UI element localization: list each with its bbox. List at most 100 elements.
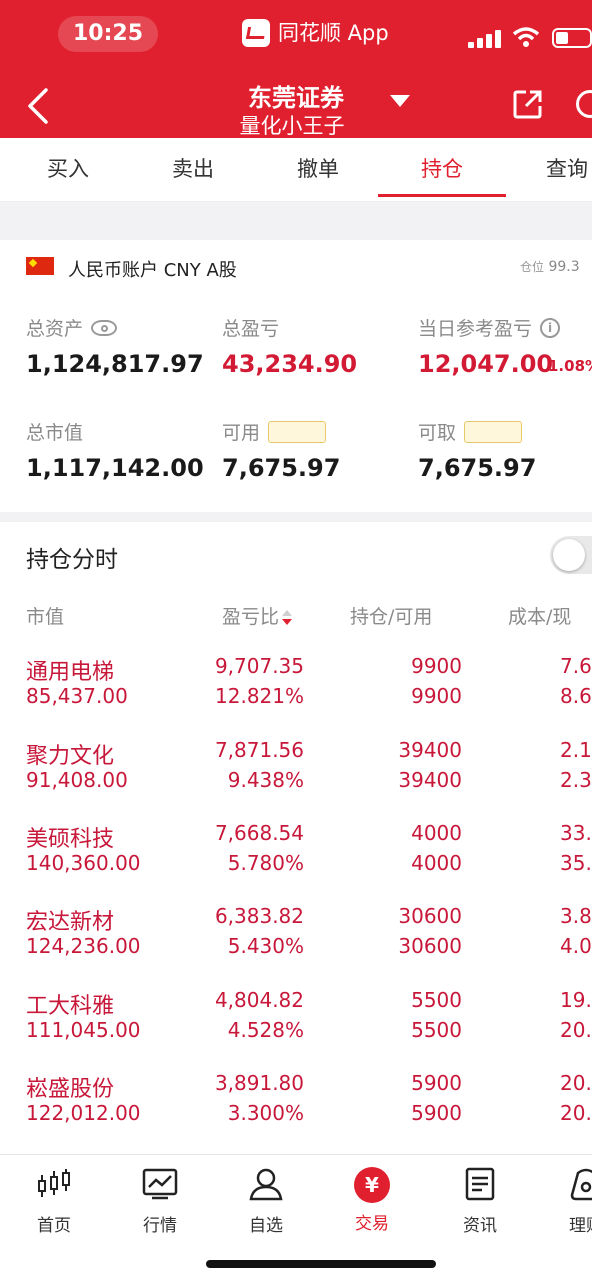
col-header-cost[interactable]: 成本/现 [508, 602, 571, 629]
holding-cost: 2.1 [560, 738, 592, 762]
home-indicator[interactable] [206, 1260, 436, 1268]
holding-current-price: 2.3 [560, 768, 592, 792]
market-value-label: 总市值 [26, 422, 84, 444]
active-tab-indicator [378, 194, 506, 197]
status-time: 10:25 [58, 16, 158, 52]
holding-pl: 7,668.54 [214, 821, 304, 845]
holding-name: 美硕科技 [26, 827, 115, 852]
nav-label: 理财 [569, 1216, 592, 1236]
nav-news[interactable]: 资讯 [440, 1167, 520, 1237]
holding-pl: 3,891.80 [214, 1071, 304, 1095]
tab-buy[interactable]: 买入 [18, 138, 118, 202]
total-pl-label: 总盈亏 [222, 318, 280, 340]
holding-cost: 33.1 [560, 821, 592, 845]
holding-available: 9900 [411, 684, 462, 708]
account-name[interactable]: 量化小王子 [0, 110, 592, 140]
nav-label: 资讯 [463, 1216, 497, 1236]
holding-pl-percent: 12.821% [215, 684, 304, 708]
holding-available: 4000 [411, 851, 462, 875]
status-bar: 10:25 同花顺 App [0, 0, 592, 70]
tab-sell[interactable]: 卖出 [143, 138, 243, 202]
holding-row[interactable]: 崧盛股份122,012.00 3,891.80 3.300% 5900 5900 20.0… [0, 1071, 592, 1151]
holding-quantity: 30600 [398, 904, 462, 928]
tab-cancel[interactable]: 撤单 [268, 138, 368, 202]
available-badge[interactable] [268, 420, 327, 443]
withdrawable-badge[interactable] [464, 420, 523, 443]
col-header-pl-ratio-text: 盈亏比 [222, 606, 280, 628]
available-value: 7,675.97 [222, 454, 341, 482]
holding-row[interactable]: 工大科雅111,045.00 4,804.82 4.528% 5500 5500 19.3… [0, 988, 592, 1068]
holding-cost: 20.0 [560, 1071, 592, 1095]
withdrawable-label-text: 可取 [418, 422, 457, 444]
holding-current-price: 4.0 [560, 934, 592, 958]
battery-icon [552, 28, 592, 48]
divider [0, 202, 592, 240]
col-header-pl-ratio[interactable]: 盈亏比 [222, 602, 293, 629]
info-icon[interactable]: i [540, 317, 561, 338]
nav-label: 行情 [143, 1216, 177, 1236]
holding-pl-percent: 4.528% [227, 1018, 304, 1042]
chart-icon [142, 1168, 178, 1200]
china-flag-icon [26, 257, 54, 275]
total-assets-label-text: 总资产 [26, 318, 84, 340]
nav-label: 首页 [37, 1216, 71, 1236]
holding-row[interactable]: 通用电梯 85,437.00 9,707.35 12.821% 9900 9900 7.6 8… [0, 654, 592, 734]
yuan-icon: ¥ [354, 1167, 390, 1203]
holding-available: 39400 [398, 768, 462, 792]
holding-current-price: 20.6 [560, 1101, 592, 1125]
account-row[interactable]: 人民币账户 CNY A股 仓位 99.3 [0, 246, 592, 290]
holding-pl: 4,804.82 [214, 988, 304, 1012]
nav-trade[interactable]: ¥ 交易 [332, 1167, 412, 1237]
withdrawable-value: 7,675.97 [418, 454, 537, 482]
share-icon[interactable] [512, 88, 544, 120]
nav-market[interactable]: 行情 [120, 1167, 200, 1237]
holding-quantity: 9900 [411, 654, 462, 678]
total-assets-label: 总资产 [26, 314, 118, 341]
col-header-holding[interactable]: 持仓/可用 [350, 602, 432, 629]
holding-current-price: 20.1 [560, 1018, 592, 1042]
total-assets-value: 1,124,817.97 [26, 350, 204, 378]
wifi-icon [512, 27, 540, 47]
tab-query[interactable]: 查询 [517, 138, 592, 202]
holding-row[interactable]: 美硕科技140,360.00 7,668.54 5.780% 4000 4000 33.1… [0, 821, 592, 901]
col-header-market-value[interactable]: 市值 [26, 602, 64, 629]
app-logo-icon [242, 19, 270, 47]
holding-pl-percent: 3.300% [227, 1101, 304, 1125]
holding-row[interactable]: 宏达新材 124,236.00 6,383.82 5.430% 30600 30600 3.… [0, 904, 592, 984]
daily-pl-percent: 1.08% [548, 357, 592, 375]
nav-label: 交易 [355, 1214, 389, 1234]
daily-pl-label-text: 当日参考盈亏 [418, 318, 533, 340]
holding-quantity: 4000 [411, 821, 462, 845]
position-ratio: 仓位 99.3 [520, 258, 580, 275]
holding-name: 工大科雅 [26, 994, 115, 1019]
holding-pl: 9,707.35 [214, 654, 304, 678]
dropdown-triangle-icon[interactable] [390, 95, 410, 107]
holding-current-price: 8.6 [560, 684, 592, 708]
position-tag: 仓位 [520, 260, 545, 274]
document-icon [465, 1167, 495, 1201]
holding-cost: 3.8 [560, 904, 592, 928]
nav-label: 自选 [249, 1216, 283, 1236]
app-name: 同花顺 App [278, 21, 389, 45]
holding-current-price: 35.0 [560, 851, 592, 875]
holding-market-value: 111,045.00 [26, 1018, 141, 1042]
holdings-timeshare-toggle[interactable] [550, 536, 592, 574]
holding-pl-percent: 5.430% [227, 934, 304, 958]
broker-title[interactable]: 东莞证券 [0, 78, 592, 113]
nav-wealth[interactable]: 理财 [546, 1167, 592, 1237]
nav-watchlist[interactable]: 自选 [226, 1167, 306, 1237]
sort-icon [282, 609, 293, 627]
tab-holdings[interactable]: 持仓 [392, 138, 492, 202]
eye-icon[interactable] [91, 319, 118, 336]
holding-quantity: 5500 [411, 988, 462, 1012]
available-label-text: 可用 [222, 422, 261, 444]
account-label: 人民币账户 CNY A股 [68, 260, 237, 281]
nav-home[interactable]: 首页 [14, 1167, 94, 1237]
holding-row[interactable]: 聚力文化 91,408.00 7,871.56 9.438% 39400 39400 2.1… [0, 738, 592, 818]
signal-icon [468, 28, 502, 48]
position-value: 99.3 [548, 259, 580, 275]
app-indicator[interactable]: 同花顺 App [242, 18, 389, 48]
holding-quantity: 39400 [398, 738, 462, 762]
holding-pl: 7,871.56 [214, 738, 304, 762]
holding-market-value: 140,360.00 [26, 851, 141, 875]
